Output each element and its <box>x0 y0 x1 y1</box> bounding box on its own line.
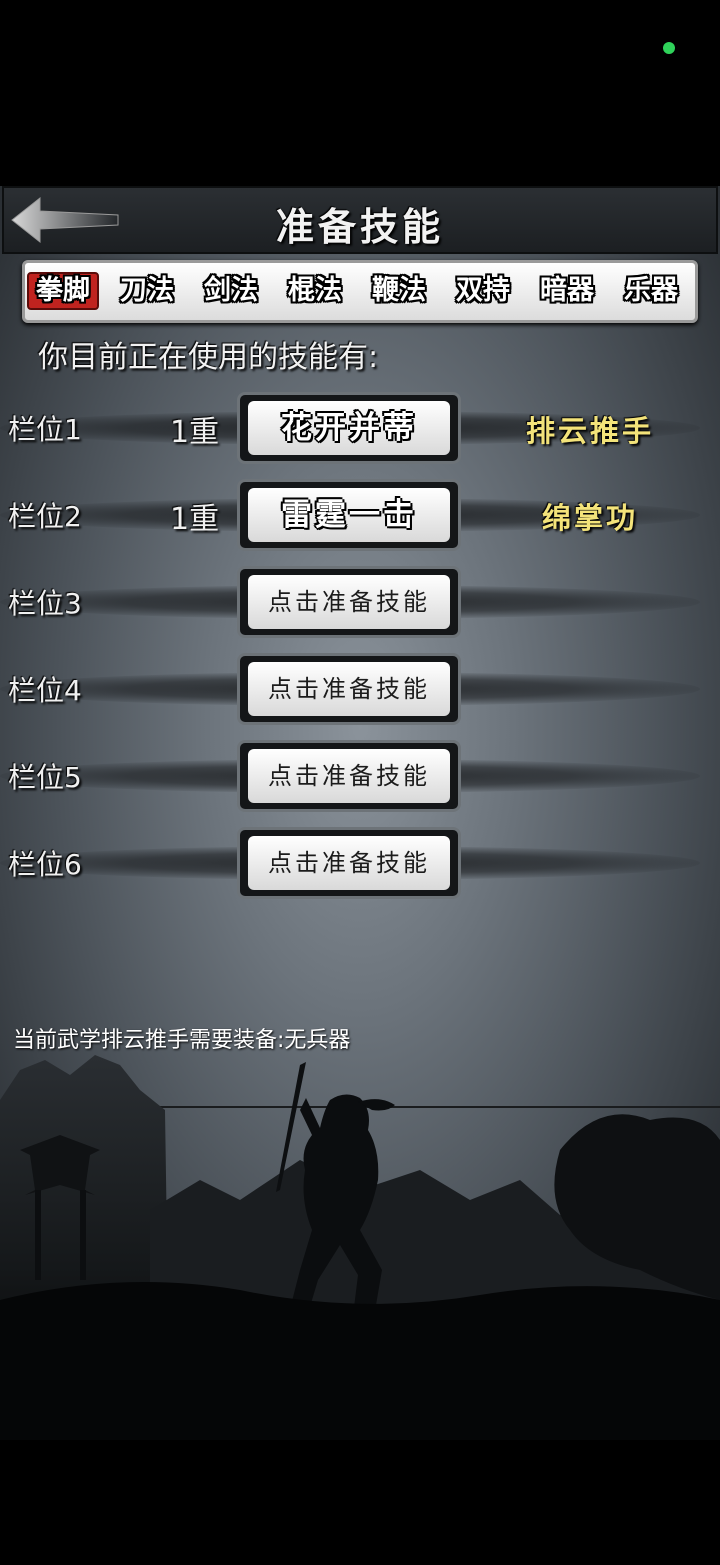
tab-blade[interactable]: 刀法 <box>111 272 183 310</box>
slot-skill-name: 排云推手 <box>525 414 654 448</box>
current-skills-heading: 你目前正在使用的技能有: <box>38 340 379 375</box>
slot-1-button[interactable]: 花开并蒂 <box>237 392 461 464</box>
slot-button-label: 点击准备技能 <box>248 662 450 716</box>
slot-button-label: 点击准备技能 <box>248 836 450 890</box>
tab-whip[interactable]: 鞭法 <box>363 272 435 310</box>
status-indicator-dot <box>663 42 675 54</box>
tab-sword[interactable]: 剑法 <box>195 272 267 310</box>
slot-label: 栏位1 <box>8 413 82 446</box>
page-title: 准备技能 <box>275 204 444 249</box>
tab-fist[interactable]: 拳脚 <box>27 272 99 310</box>
slot-4-button[interactable]: 点击准备技能 <box>237 653 461 725</box>
tab-dual[interactable]: 双持 <box>447 272 519 310</box>
slot-level: 1重 <box>170 415 220 450</box>
slot-label: 栏位5 <box>8 761 82 794</box>
slot-level: 1重 <box>170 502 220 537</box>
slot-label: 栏位3 <box>8 587 82 620</box>
slot-6-button[interactable]: 点击准备技能 <box>237 827 461 899</box>
tab-hidden-weapon[interactable]: 暗器 <box>531 272 603 310</box>
slot-2-button[interactable]: 雷霆一击 <box>237 479 461 551</box>
tab-instrument[interactable]: 乐器 <box>615 272 687 310</box>
swordsman-landscape-silhouette <box>0 1055 720 1440</box>
slot-5-button[interactable]: 点击准备技能 <box>237 740 461 812</box>
slot-3-button[interactable]: 点击准备技能 <box>237 566 461 638</box>
game-screen: 准备技能 拳脚 刀法 剑法 棍法 鞭法 双持 暗器 乐器 你目前正在使用的技能有… <box>0 0 720 1565</box>
slot-label: 栏位2 <box>8 500 82 533</box>
slot-label: 栏位4 <box>8 674 82 707</box>
slot-label: 栏位6 <box>8 848 82 881</box>
slot-button-label: 花开并蒂 <box>248 401 450 455</box>
slot-skill-name: 绵掌功 <box>541 501 638 535</box>
slot-button-label: 点击准备技能 <box>248 575 450 629</box>
slot-button-label: 雷霆一击 <box>248 488 450 542</box>
slot-button-label: 点击准备技能 <box>248 749 450 803</box>
tab-staff[interactable]: 棍法 <box>279 272 351 310</box>
